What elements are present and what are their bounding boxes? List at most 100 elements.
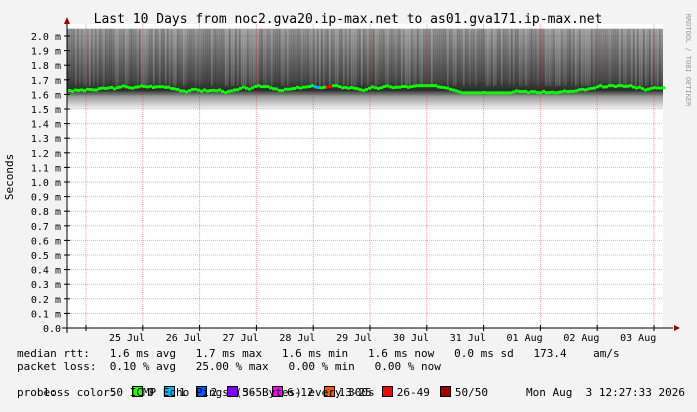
smoke-stripe: [229, 28, 231, 87]
median-point: [464, 91, 467, 95]
smoke-stripe: [493, 28, 495, 87]
median-point: [398, 85, 401, 89]
smoke-stripe: [403, 28, 405, 87]
smoke-stripe: [539, 28, 541, 87]
smoke-stripe: [655, 28, 657, 87]
y-tick-label: 0.7 m: [31, 222, 61, 233]
smoke-stripe: [589, 28, 591, 87]
smoke-stripe: [307, 28, 309, 87]
smoke-stripe: [465, 28, 467, 87]
median-point: [200, 89, 203, 93]
smoke-stripe: [391, 28, 393, 87]
smoke-stripe: [509, 28, 511, 87]
median-point: [209, 89, 212, 93]
median-point: [452, 88, 455, 92]
smoke-stripe: [569, 28, 571, 87]
smoke-stripe: [463, 28, 465, 87]
median-point: [476, 91, 479, 95]
smoke-stripe: [347, 28, 349, 87]
median-point: [602, 85, 605, 89]
smoke-stripe: [153, 28, 155, 87]
smoke-stripe: [405, 28, 407, 87]
median-point: [122, 84, 125, 88]
smoke-stripe: [69, 28, 71, 87]
smoke-stripe: [535, 28, 537, 87]
smoke-stripe: [225, 28, 227, 87]
smoke-stripe: [489, 28, 491, 87]
smoke-stripe: [323, 28, 325, 87]
smoke-stripe: [167, 28, 169, 87]
median-point: [512, 90, 515, 94]
smoke-stripe: [617, 28, 619, 87]
smoke-stripe: [97, 28, 99, 87]
smoke-stripe: [271, 28, 273, 87]
median-point: [590, 86, 593, 90]
median-point: [533, 90, 536, 94]
smoke-stripe: [305, 28, 307, 87]
median-point: [527, 91, 530, 95]
smoke-stripe: [519, 28, 521, 87]
smoke-stripe: [561, 28, 563, 87]
latency-chart: 0.0 0.1 m 0.2 m 0.3 m 0.4 m 0.5 m 0.6 m 0.7 m 0.…: [3, 12, 692, 344]
smoke-stripe: [421, 28, 423, 87]
y-tick-label: 0.2 m: [31, 295, 61, 306]
median-point: [458, 90, 461, 94]
y-tick-label: 1.5 m: [31, 105, 61, 116]
smoke-stripe: [179, 28, 181, 87]
smoke-stripe: [661, 28, 663, 87]
y-tick-label: 0.6 m: [31, 236, 61, 247]
smoke-stripe: [545, 28, 547, 87]
smoke-stripe: [217, 28, 219, 87]
smoke-stripe: [659, 28, 661, 87]
smoke-stripe: [577, 28, 579, 87]
median-point: [254, 84, 257, 88]
median-point: [629, 84, 632, 88]
median-point: [617, 84, 620, 88]
smoke-stripe: [83, 28, 85, 87]
smoke-stripe: [331, 28, 333, 87]
smoke-stripe: [495, 28, 497, 87]
smoke-stripe: [627, 28, 629, 87]
smoke-stripe: [343, 28, 345, 87]
median-point: [518, 89, 521, 93]
smoke-stripe: [369, 28, 371, 87]
median-point: [380, 86, 383, 90]
smoke-stripe: [181, 28, 183, 87]
smoke-stripe: [209, 28, 211, 87]
smoke-stripe: [335, 28, 337, 87]
smoke-stripe: [295, 28, 297, 87]
smoke-stripe: [549, 28, 551, 87]
smoke-stripe: [103, 28, 105, 87]
smoke-stripe: [313, 28, 315, 87]
smoke-stripe: [127, 28, 129, 87]
smoke-stripe: [137, 28, 139, 87]
smoke-stripe: [71, 28, 73, 87]
median-point: [587, 87, 590, 91]
smoke-stripe: [301, 28, 303, 87]
smoke-stripe: [531, 28, 533, 87]
median-point: [578, 88, 581, 92]
smoke-stripe: [325, 28, 327, 87]
median-point: [74, 88, 77, 92]
median-point: [407, 85, 410, 89]
median-point: [173, 87, 176, 91]
median-point: [410, 85, 413, 89]
median-point: [233, 88, 236, 92]
median-point: [281, 89, 284, 93]
smoke-stripe: [157, 28, 159, 87]
median-point: [548, 91, 551, 95]
median-point: [377, 86, 380, 90]
median-point: [260, 85, 263, 89]
median-point: [332, 84, 335, 88]
smoke-stripe: [483, 28, 485, 87]
smoke-stripe: [435, 28, 437, 87]
median-point: [182, 89, 185, 93]
median-point: [179, 89, 182, 93]
median-point: [437, 85, 440, 89]
smoke-stripe: [599, 28, 601, 87]
smoke-stripe: [373, 28, 375, 87]
median-point: [392, 86, 395, 90]
median-point: [536, 91, 539, 95]
median-point: [224, 91, 227, 95]
smoke-stripe: [145, 28, 147, 87]
